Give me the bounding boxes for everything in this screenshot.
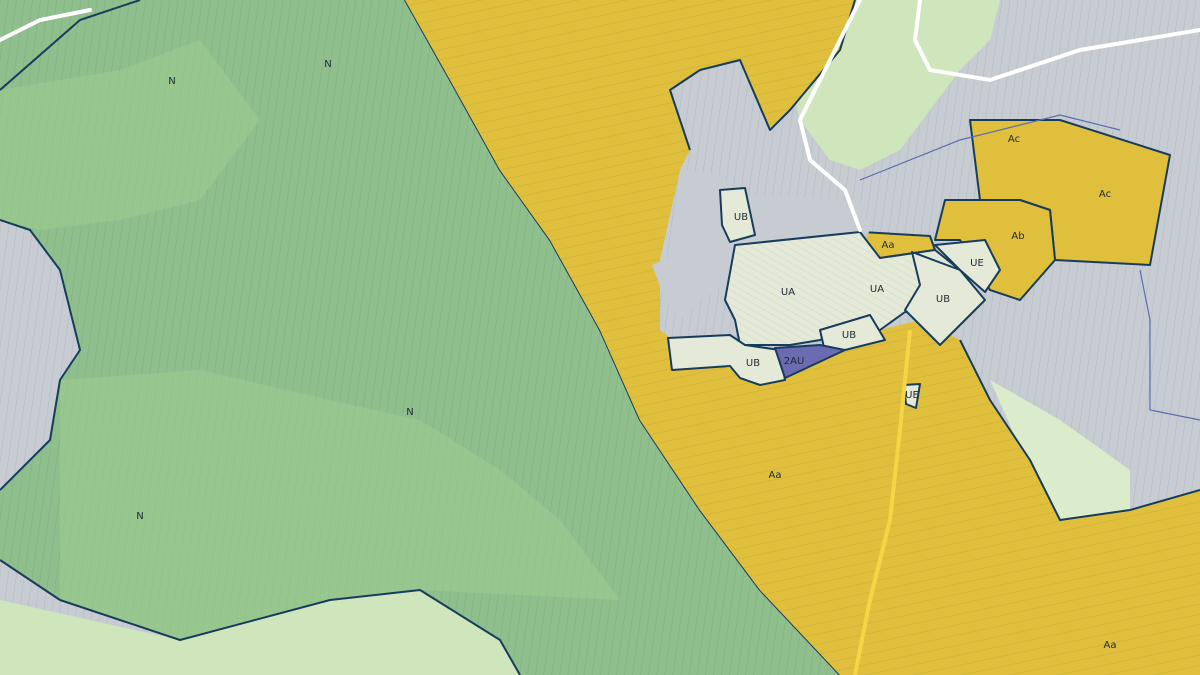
label-ub-2: UB [936, 294, 950, 305]
label-n-1: N [168, 76, 175, 87]
label-n-2: N [324, 59, 331, 70]
label-ue-2: UE [905, 390, 919, 401]
label-ub-4: UB [746, 358, 760, 369]
label-n-4: N [136, 511, 143, 522]
label-2au: 2AU [784, 356, 805, 367]
label-ue-1: UE [970, 258, 984, 269]
label-ub-3: UB [842, 330, 856, 341]
label-n-3: N [406, 407, 413, 418]
label-aa-2: Aa [769, 470, 782, 481]
label-ub-1: UB [734, 212, 748, 223]
label-ac-1: Ac [1008, 134, 1020, 145]
label-ab: Ab [1011, 231, 1024, 242]
label-aa-3: Aa [1104, 640, 1117, 651]
zoning-map[interactable]: N N N N Ac Ac Ab Aa Aa Aa UA UA UB UB UB… [0, 0, 1200, 675]
label-aa-1: Aa [882, 240, 895, 251]
label-ua-1: UA [781, 287, 795, 298]
label-ac-2: Ac [1099, 189, 1111, 200]
label-ua-2: UA [870, 284, 884, 295]
